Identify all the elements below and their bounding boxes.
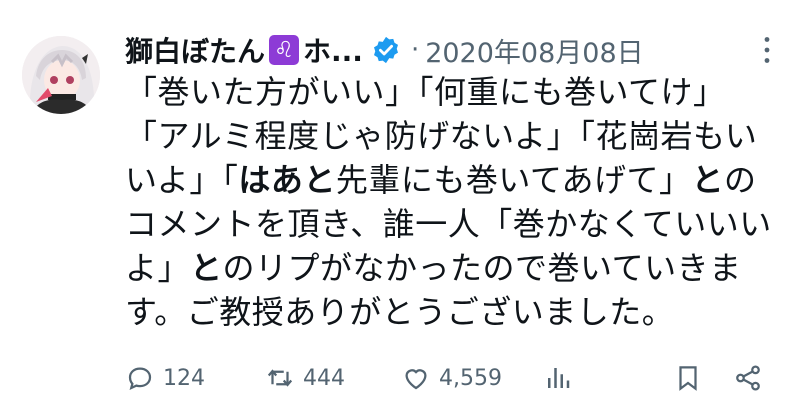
avatar-image bbox=[22, 36, 100, 114]
text-segment: よ」 bbox=[125, 249, 191, 287]
bar-chart-icon bbox=[548, 368, 570, 388]
bookmark-icon bbox=[679, 366, 697, 391]
leo-zodiac-icon: ♌ bbox=[269, 35, 300, 65]
like-count: 4,559 bbox=[439, 365, 502, 391]
tweet-line: 「巻いた方がいい」「何重にも巻いてけ」 bbox=[125, 73, 726, 111]
reply-icon bbox=[128, 367, 152, 391]
tweet-line: す。ご教授ありがとうございました。 bbox=[125, 293, 675, 331]
avatar[interactable] bbox=[22, 36, 100, 114]
tweet-line: コメントを頂き、誰一人「巻かなくていいい bbox=[125, 205, 772, 243]
tweet-date[interactable]: 2020年08月08日 bbox=[425, 31, 643, 70]
text-segment: 先輩にも巻いてあげて」 bbox=[335, 161, 692, 199]
like-button[interactable]: 4,559 bbox=[401, 363, 543, 393]
share-icon bbox=[736, 365, 760, 391]
retweet-count: 444 bbox=[303, 365, 345, 391]
bookmark-button[interactable] bbox=[673, 363, 733, 393]
bold-text-segment: と bbox=[190, 249, 223, 287]
retweet-icon bbox=[267, 369, 293, 387]
tweet-line: いよ」「はあと先輩にも巻いてあげて」との bbox=[125, 158, 765, 202]
text-segment: いよ」「 bbox=[125, 161, 239, 199]
text-segment: のリプがなかったので巻いていきま bbox=[222, 249, 742, 287]
header-separator: · bbox=[410, 35, 420, 65]
share-button[interactable] bbox=[733, 363, 773, 393]
tweet-text: 「巻いた方がいい」「何重にも巻いてけ」 「アルミ程度じゃ防げないよ」「花崗岩もい… bbox=[125, 70, 772, 334]
reply-button[interactable]: 124 bbox=[125, 363, 265, 393]
reply-count: 124 bbox=[163, 365, 205, 391]
heart-icon bbox=[405, 369, 427, 390]
more-options-icon[interactable] bbox=[749, 32, 785, 68]
tweet-header: 獅白ぼたん ♌ ホ... · 2020年08月08日 bbox=[125, 28, 785, 72]
tweet-line: よ」とのリプがなかったので巻いていきま bbox=[125, 246, 765, 290]
bold-text-segment: はあと bbox=[238, 161, 336, 199]
bold-text-segment: と bbox=[691, 161, 724, 199]
verified-badge-icon bbox=[373, 36, 398, 64]
views-button[interactable] bbox=[543, 363, 673, 393]
author-name[interactable]: 獅白ぼたん bbox=[125, 30, 265, 70]
text-segment: の bbox=[724, 161, 757, 199]
retweet-button[interactable]: 444 bbox=[265, 363, 401, 393]
action-bar: 124 444 4,559 bbox=[125, 356, 775, 400]
author-name-truncated[interactable]: ホ... bbox=[303, 30, 363, 70]
tweet-line: 「アルミ程度じゃ防げないよ」「花崗岩もい bbox=[125, 117, 758, 155]
